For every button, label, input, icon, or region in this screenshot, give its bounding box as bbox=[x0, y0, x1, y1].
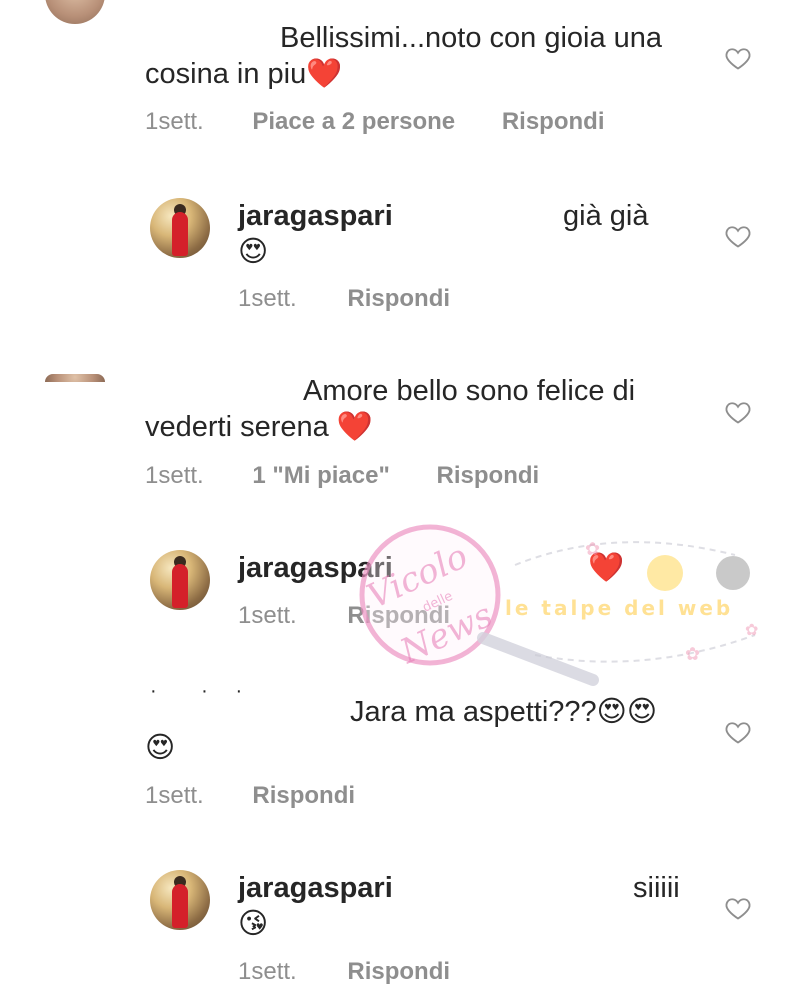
timestamp: 1sett. bbox=[145, 462, 204, 489]
comment-meta: 1sett. Rispondi bbox=[145, 782, 355, 810]
kissing-emoji: 😘 bbox=[238, 908, 269, 940]
avatar[interactable] bbox=[150, 198, 210, 258]
heart-outline-icon[interactable] bbox=[724, 398, 752, 426]
username[interactable]: jaragaspari bbox=[238, 872, 393, 904]
comment-meta: 1sett. Piace a 2 persone Rispondi bbox=[145, 108, 604, 136]
comment-text-line2: cosina in piu❤️ bbox=[145, 56, 342, 92]
comment-text: Bellissimi...noto con gioia una bbox=[280, 22, 663, 54]
comment-text-right: già già bbox=[563, 200, 649, 232]
avatar[interactable] bbox=[150, 550, 210, 610]
avatar-figure bbox=[172, 212, 188, 256]
comment-meta: 1sett. Rispondi bbox=[238, 285, 450, 313]
comment-text-cont: cosina in piu bbox=[145, 58, 307, 90]
reply-button[interactable]: Rispondi bbox=[347, 958, 450, 985]
svg-text:✿: ✿ bbox=[745, 622, 758, 639]
watermark-talpe: le talpe del web bbox=[505, 596, 733, 620]
heart-outline-icon[interactable] bbox=[724, 894, 752, 922]
avatar[interactable] bbox=[45, 0, 105, 24]
reply-button[interactable]: Rispondi bbox=[252, 782, 355, 809]
heart-emoji: ❤️ bbox=[588, 552, 625, 584]
comment-meta: 1sett. Rispondi bbox=[238, 958, 450, 986]
comment-text-right: siiiii bbox=[633, 872, 680, 904]
smiling-hearts-emoji: 😍 bbox=[145, 732, 176, 764]
avatar[interactable] bbox=[45, 374, 105, 382]
avatar[interactable] bbox=[150, 870, 210, 930]
heart-outline-icon[interactable] bbox=[724, 222, 752, 250]
heart-emoji: ❤️ bbox=[306, 58, 343, 90]
comment-text: jaragaspari bbox=[238, 870, 393, 906]
talpe-watermark: le talpe del web ✿ ✿ ✿ bbox=[505, 539, 758, 664]
reply-button[interactable]: Rispondi bbox=[347, 285, 450, 312]
timestamp: 1sett. bbox=[145, 108, 204, 135]
reply-button[interactable]: Rispondi bbox=[437, 462, 540, 489]
svg-text:✿: ✿ bbox=[685, 644, 700, 664]
comment-text: Jara ma aspetti???😍😍 bbox=[350, 694, 657, 730]
comment-text: jaragaspari bbox=[238, 550, 393, 586]
avatar-figure bbox=[172, 884, 188, 928]
comment-text-line2: vederti serena ❤️ bbox=[145, 409, 373, 445]
reply-button[interactable]: Rispondi bbox=[347, 602, 450, 629]
comment-meta: 1sett. 1 "Mi piace" Rispondi bbox=[145, 462, 539, 490]
comment-meta: 1sett. Rispondi bbox=[238, 602, 450, 630]
reply-button[interactable]: Rispondi bbox=[502, 108, 605, 135]
likes-count[interactable]: 1 "Mi piace" bbox=[252, 462, 389, 489]
timestamp: 1sett. bbox=[238, 958, 297, 985]
comment-text-main: Jara ma aspetti??? bbox=[350, 696, 597, 728]
smiling-hearts-emoji: 😍 bbox=[238, 236, 269, 268]
timestamp: 1sett. bbox=[238, 602, 297, 629]
avatar-figure bbox=[172, 564, 188, 608]
comment-text: Amore bello sono felice di bbox=[303, 375, 636, 407]
timestamp: 1sett. bbox=[145, 782, 204, 809]
likes-count[interactable]: Piace a 2 persone bbox=[252, 108, 455, 135]
heart-outline-icon[interactable] bbox=[724, 44, 752, 72]
heart-emoji: ❤️ bbox=[336, 411, 373, 443]
comment-text-cont: vederti serena bbox=[145, 411, 329, 443]
username[interactable]: jaragaspari bbox=[238, 552, 393, 584]
username-cutoff: · · · bbox=[150, 680, 243, 702]
username[interactable]: jaragaspari bbox=[238, 200, 393, 232]
heart-outline-icon[interactable] bbox=[724, 718, 752, 746]
smiling-hearts-emoji: 😍😍 bbox=[596, 696, 658, 728]
timestamp: 1sett. bbox=[238, 285, 297, 312]
comment-text: jaragaspari bbox=[238, 198, 393, 234]
